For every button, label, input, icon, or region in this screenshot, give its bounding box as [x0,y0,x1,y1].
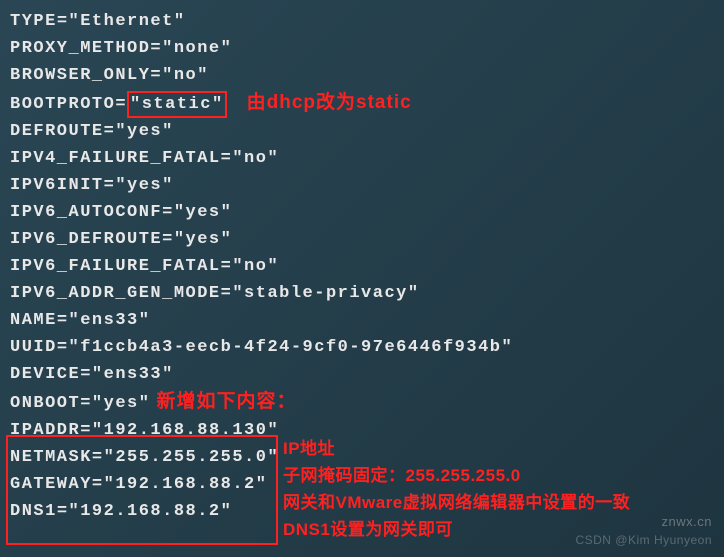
key: PROXY_METHOD [10,39,150,58]
annotation-ipaddr: IP地址 [283,435,630,462]
val: "no" [162,66,209,85]
key: IPV4_FAILURE_FATAL [10,149,221,168]
config-line-ipv6-failure-fatal: IPV6_FAILURE_FATAL="no" [10,253,714,280]
val: "192.168.88.2" [104,475,268,494]
config-line-ipv6-autoconf: IPV6_AUTOCONF="yes" [10,199,714,226]
key: IPADDR [10,421,80,440]
key: DEVICE [10,365,80,384]
key: IPV6_ADDR_GEN_MODE [10,284,221,303]
key: GATEWAY [10,475,92,494]
key: BOOTPROTO [10,95,115,114]
side-annotations: IP地址 子网掩码固定：255.255.255.0 网关和VMware虚拟网络编… [283,435,630,543]
val: "Ethernet" [69,12,186,31]
val: "f1ccb4a3-eecb-4f24-9cf0-97e6446f934b" [69,338,514,357]
val: "none" [162,39,232,58]
val: "yes" [115,122,174,141]
val: "192.168.88.2" [69,502,233,521]
key: IPV6_DEFROUTE [10,230,162,249]
config-line-ipv6-addr-gen-mode: IPV6_ADDR_GEN_MODE="stable-privacy" [10,280,714,307]
config-line-onboot: ONBOOT="yes"新增如下内容： [10,388,714,417]
config-line-uuid: UUID="f1ccb4a3-eecb-4f24-9cf0-97e6446f93… [10,334,714,361]
key: NETMASK [10,448,92,467]
config-line-ipv6-defroute: IPV6_DEFROUTE="yes" [10,226,714,253]
key: BROWSER_ONLY [10,66,150,85]
key: IPV6INIT [10,176,104,195]
highlight-box-static: "static" [127,91,227,118]
key: TYPE [10,12,57,31]
key: UUID [10,338,57,357]
key: IPV6_FAILURE_FATAL [10,257,221,276]
watermark-csdn: CSDN @Kim Hyunyeon [575,533,712,547]
config-line-device: DEVICE="ens33" [10,361,714,388]
val: "192.168.88.130" [92,421,279,440]
val: "yes" [115,176,174,195]
annotation-new-section: 新增如下内容： [156,391,296,412]
key: IPV6_AUTOCONF [10,203,162,222]
val: "yes" [174,203,233,222]
val: "no" [232,257,279,276]
config-line-defroute: DEFROUTE="yes" [10,118,714,145]
annotation-gateway: 网关和VMware虚拟网络编辑器中设置的一致 [283,489,630,516]
annotation-bootproto: 由dhcp改为static [247,92,412,113]
annotation-netmask: 子网掩码固定：255.255.255.0 [283,462,630,489]
config-line-name: NAME="ens33" [10,307,714,334]
key: ONBOOT [10,394,80,413]
key: DNS1 [10,502,57,521]
config-line-type: TYPE="Ethernet" [10,8,714,35]
val: "yes" [174,230,233,249]
key: DEFROUTE [10,122,104,141]
config-line-bootproto: BOOTPROTO="static"由dhcp改为static [10,89,714,118]
val: "no" [232,149,279,168]
val: "255.255.255.0" [104,448,280,467]
val: "stable-privacy" [232,284,419,303]
config-line-proxy-method: PROXY_METHOD="none" [10,35,714,62]
val: "ens33" [92,365,174,384]
val: "static" [130,95,224,114]
config-line-browser-only: BROWSER_ONLY="no" [10,62,714,89]
config-line-ipv6init: IPV6INIT="yes" [10,172,714,199]
val: "ens33" [69,311,151,330]
key: NAME [10,311,57,330]
watermark-znwx: znwx.cn [662,514,712,529]
config-line-ipv4-failure-fatal: IPV4_FAILURE_FATAL="no" [10,145,714,172]
val: "yes" [92,394,151,413]
